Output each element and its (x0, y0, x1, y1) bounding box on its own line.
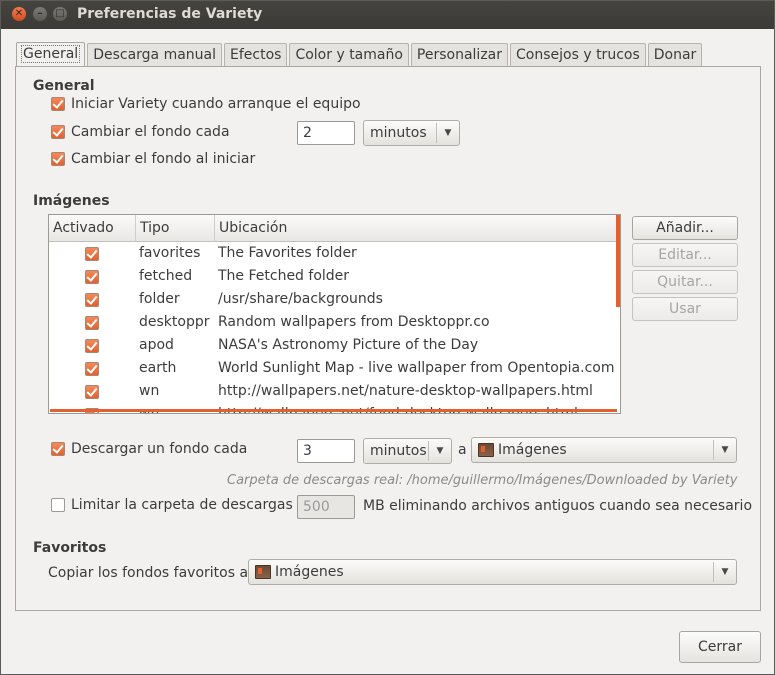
checkbox-checked-icon[interactable] (51, 97, 65, 111)
chevron-down-icon: ▼ (721, 567, 729, 577)
download-unit-value: minutos (370, 443, 427, 459)
row-location: The Favorites folder (218, 245, 357, 261)
change-unit-value: minutos (370, 125, 427, 141)
row-type: apod (139, 337, 174, 353)
table-row[interactable]: folder/usr/share/backgrounds (49, 288, 620, 311)
start-on-boot-checkbox[interactable]: Iniciar Variety cuando arranque el equip… (51, 96, 361, 112)
start-on-boot-label: Iniciar Variety cuando arranque el equip… (71, 96, 361, 112)
tab-manual-download[interactable]: Descarga manual (87, 43, 223, 66)
favorites-folder-select[interactable]: Imágenes ▼ (248, 559, 737, 585)
remove-source-button[interactable]: Quitar... (632, 270, 738, 294)
limit-folder-checkbox[interactable]: Limitar la carpeta de descargas a (51, 497, 306, 513)
row-enabled-checkbox[interactable] (85, 246, 99, 261)
vertical-scrollbar[interactable] (616, 215, 620, 307)
images-heading: Imágenes (33, 193, 110, 209)
change-every-label: Cambiar el fondo cada (71, 124, 230, 140)
download-unit-select[interactable]: minutos ▼ (363, 438, 452, 464)
download-every-checkbox[interactable]: Descargar un fondo cada (51, 441, 247, 457)
row-location: NASA's Astronomy Picture of the Day (218, 337, 479, 353)
chevron-down-icon: ▼ (721, 445, 729, 455)
limit-folder-label: Limitar la carpeta de descargas a (71, 497, 306, 513)
column-header-enabled[interactable]: Activado (49, 215, 136, 241)
tab-donate[interactable]: Donar (647, 43, 703, 66)
table-row[interactable]: favorites The Favorites folder (49, 242, 620, 265)
sources-table[interactable]: Activado Tipo Ubicación favorites The Fav… (48, 214, 621, 414)
row-enabled-checkbox[interactable] (85, 338, 99, 353)
tab-customize[interactable]: Personalizar (410, 43, 509, 66)
real-download-folder-note: Carpeta de descargas real: /home/guiller… (227, 473, 738, 488)
horizontal-scrollbar[interactable] (50, 409, 617, 412)
download-interval-input[interactable]: 3 (297, 439, 355, 463)
download-every-label: Descargar un fondo cada (71, 441, 248, 457)
download-folder-select[interactable]: Imágenes ▼ (471, 437, 737, 463)
row-type: earth (139, 360, 177, 376)
favorites-heading: Favoritos (33, 540, 107, 556)
row-location: /usr/share/backgrounds (218, 291, 383, 307)
window-title: Preferencias de Variety (77, 6, 263, 22)
tab-effects[interactable]: Efectos (224, 43, 288, 66)
download-folder-value: Imágenes (498, 442, 567, 458)
row-type: fetched (139, 268, 193, 284)
row-enabled-checkbox[interactable] (85, 315, 99, 330)
tab-tips[interactable]: Consejos y trucos (510, 43, 646, 66)
table-row[interactable]: earth World Sunlight Map - live wallpaper… (49, 357, 620, 380)
table-row[interactable]: desktoppr Random wallpapers from Desktopp… (49, 311, 620, 334)
checkbox-checked-icon[interactable] (51, 152, 65, 166)
column-header-type[interactable]: Tipo (136, 215, 215, 241)
row-enabled-checkbox[interactable] (85, 384, 99, 399)
favorites-folder-value: Imágenes (275, 564, 344, 580)
general-heading: General (33, 78, 95, 94)
table-row[interactable]: wn http://wallpapers.net/nature-desktop-w… (49, 380, 620, 403)
chevron-down-icon: ▼ (444, 128, 452, 138)
table-header: Activado Tipo Ubicación (49, 215, 620, 242)
change-on-start-checkbox[interactable]: Cambiar el fondo al iniciar (51, 151, 255, 167)
row-location: http://wallpapers.net/nature-desktop-wal… (218, 383, 593, 399)
folder-icon (255, 565, 271, 579)
maximize-window-icon[interactable]: □ (53, 7, 67, 21)
checkbox-checked-icon[interactable] (51, 125, 65, 139)
row-enabled-checkbox[interactable] (85, 269, 99, 284)
row-type: wn (139, 383, 160, 399)
add-source-button[interactable]: Añadir... (632, 216, 738, 240)
preferences-window: ✕ – □ Preferencias de Variety General De… (0, 0, 775, 675)
limit-size-suffix: MB eliminando archivos antiguos cuando s… (363, 498, 753, 514)
download-to-label: a (458, 442, 467, 458)
change-every-checkbox[interactable]: Cambiar el fondo cada (51, 124, 230, 140)
row-type: folder (139, 291, 180, 307)
table-row[interactable]: apod NASA's Astronomy Picture of the Day (49, 334, 620, 357)
row-type: favorites (139, 245, 201, 261)
column-header-location[interactable]: Ubicación (215, 215, 620, 241)
row-type: desktoppr (139, 314, 210, 330)
checkbox-unchecked-icon[interactable] (51, 498, 65, 512)
table-row[interactable]: fetched The Fetched folder (49, 265, 620, 288)
titlebar: ✕ – □ Preferencias de Variety (1, 1, 774, 29)
row-location: Random wallpapers from Desktoppr.co (218, 314, 490, 330)
change-interval-input[interactable]: 2 (297, 121, 355, 145)
use-source-button[interactable]: Usar (632, 297, 738, 321)
tab-color-size[interactable]: Color y tamaño (289, 43, 409, 66)
close-window-icon[interactable]: ✕ (12, 7, 26, 21)
limit-size-input[interactable]: 500 (297, 495, 355, 519)
folder-icon (478, 443, 494, 457)
tab-general[interactable]: General (16, 42, 86, 66)
checkbox-checked-icon[interactable] (51, 442, 65, 456)
edit-source-button[interactable]: Editar... (632, 243, 738, 267)
row-enabled-checkbox[interactable] (85, 361, 99, 376)
close-button[interactable]: Cerrar (679, 631, 761, 663)
row-location: The Fetched folder (218, 268, 350, 284)
minimize-window-icon[interactable]: – (33, 7, 47, 21)
tab-bar: General Descarga manual Efectos Color y … (16, 42, 704, 67)
copy-favorites-label: Copiar los fondos favoritos a (48, 565, 249, 581)
change-unit-select[interactable]: minutos ▼ (363, 120, 460, 146)
chevron-down-icon: ▼ (436, 446, 444, 456)
row-location: World Sunlight Map - live wallpaper from… (218, 360, 615, 376)
change-on-start-label: Cambiar el fondo al iniciar (71, 151, 256, 167)
row-enabled-checkbox[interactable] (85, 292, 99, 307)
